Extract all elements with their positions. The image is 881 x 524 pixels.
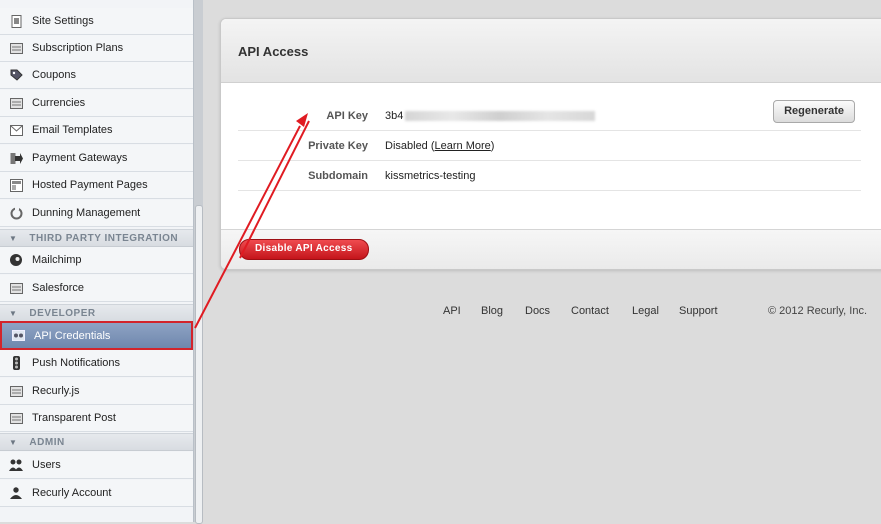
subdomain-label: Subdomain [308, 170, 368, 182]
sidebar-item-mailchimp[interactable]: Mailchimp [0, 247, 193, 274]
sidebar-item-recurly-account[interactable]: Recurly Account [0, 480, 193, 507]
tag-icon [9, 68, 23, 82]
copyright: © 2012 Recurly, Inc. [768, 305, 867, 317]
sidebar-item-site-settings[interactable]: Site Settings [0, 8, 193, 35]
sidebar-item-currencies[interactable]: Currencies [0, 90, 193, 117]
triangle-down-icon: ▼ [9, 233, 18, 243]
section-header-developer: ▼ DEVELOPER [0, 304, 193, 322]
sidebar-item-salesforce[interactable]: Salesforce [0, 275, 193, 302]
subdomain-value: kissmetrics-testing [385, 170, 476, 182]
page-title: API Access [238, 44, 309, 59]
sidebar-item-label: Payment Gateways [32, 152, 128, 164]
api-key-label: API Key [326, 110, 368, 122]
footer-link-api[interactable]: API [443, 305, 461, 317]
sidebar-item-label: Email Templates [32, 124, 113, 136]
sidebar-item-transparent-post[interactable]: Transparent Post [0, 405, 193, 432]
api-key-redacted [405, 111, 596, 122]
sidebar-item-label: Push Notifications [32, 357, 121, 369]
section-header-admin: ▼ ADMIN [0, 433, 193, 451]
sidebar-scrollbar[interactable] [195, 205, 203, 524]
sidebar-item-email-templates[interactable]: Email Templates [0, 117, 193, 144]
triangle-down-icon: ▼ [9, 437, 18, 447]
panel-footer: Disable API Access [221, 229, 881, 269]
sidebar-item-users[interactable]: Users [0, 452, 193, 479]
regenerate-button[interactable]: Regenerate [773, 100, 855, 123]
api-key-row: API Key 3b4 Regenerate [238, 100, 861, 131]
subdomain-row: Subdomain kissmetrics-testing [238, 161, 861, 191]
footer-link-blog[interactable]: Blog [481, 305, 503, 317]
sidebar-item-recurly-js[interactable]: Recurly.js [0, 378, 193, 405]
sidebar-item-api-credentials[interactable]: API Credentials [0, 321, 193, 350]
footer-link-legal[interactable]: Legal [632, 305, 659, 317]
panel-header: API Access [221, 19, 881, 83]
user-icon [9, 486, 23, 500]
sidebar-item-label: Recurly.js [32, 385, 80, 397]
sidebar-item-label: Users [32, 459, 61, 471]
traffic-light-icon [9, 356, 23, 370]
api-access-panel: API Access API Key 3b4 Regenerate Privat… [220, 18, 881, 270]
list-icon [9, 41, 23, 55]
disable-api-access-button[interactable]: Disable API Access [239, 239, 369, 260]
list-icon [9, 411, 23, 425]
document-icon [9, 14, 23, 28]
footer-link-support[interactable]: Support [679, 305, 718, 317]
list-icon [9, 384, 23, 398]
sidebar-item-label: Salesforce [32, 282, 84, 294]
sidebar-item-label: Transparent Post [32, 412, 116, 424]
sidebar-item-label: API Credentials [34, 329, 111, 342]
sidebar-item-subscription-plans[interactable]: Subscription Plans [0, 35, 193, 62]
api-key-value: 3b4 [385, 110, 596, 122]
sidebar-item-label: Recurly Account [32, 487, 112, 499]
sidebar-item-label: Mailchimp [32, 254, 82, 266]
envelope-icon [9, 123, 23, 137]
private-key-value: Disabled (Learn More) [385, 140, 495, 152]
footer-link-contact[interactable]: Contact [571, 305, 609, 317]
page-icon [9, 178, 23, 192]
learn-more-link[interactable]: Learn More [435, 140, 491, 152]
footer-link-docs[interactable]: Docs [525, 305, 550, 317]
sidebar-item-label: Subscription Plans [32, 42, 124, 54]
sidebar-item-label: Coupons [32, 69, 77, 81]
sidebar-item-label: Hosted Payment Pages [32, 179, 148, 191]
credentials-icon [11, 329, 25, 343]
list-icon [9, 281, 23, 295]
refresh-icon [9, 206, 23, 220]
sidebar-item-coupons[interactable]: Coupons [0, 62, 193, 89]
mailchimp-icon [9, 253, 23, 267]
sidebar-item-label: Site Settings [32, 15, 94, 27]
section-header-third-party: ▼ THIRD PARTY INTEGRATION [0, 229, 193, 247]
triangle-down-icon: ▼ [9, 308, 18, 318]
users-icon [9, 458, 23, 472]
sidebar-item-hosted-payment-pages[interactable]: Hosted Payment Pages [0, 172, 193, 199]
sidebar: Site Settings Subscription Plans Coupons… [0, 0, 194, 522]
sidebar-item-push-notifications[interactable]: Push Notifications [0, 350, 193, 377]
private-key-row: Private Key Disabled (Learn More) [238, 131, 861, 161]
sidebar-item-label: Dunning Management [32, 207, 141, 219]
sidebar-item-payment-gateways[interactable]: Payment Gateways [0, 145, 193, 172]
arrow-gateway-icon [9, 151, 23, 165]
list-icon [9, 96, 23, 110]
sidebar-item-label: Currencies [32, 97, 86, 109]
sidebar-item-dunning-management[interactable]: Dunning Management [0, 200, 193, 227]
private-key-label: Private Key [308, 140, 368, 152]
